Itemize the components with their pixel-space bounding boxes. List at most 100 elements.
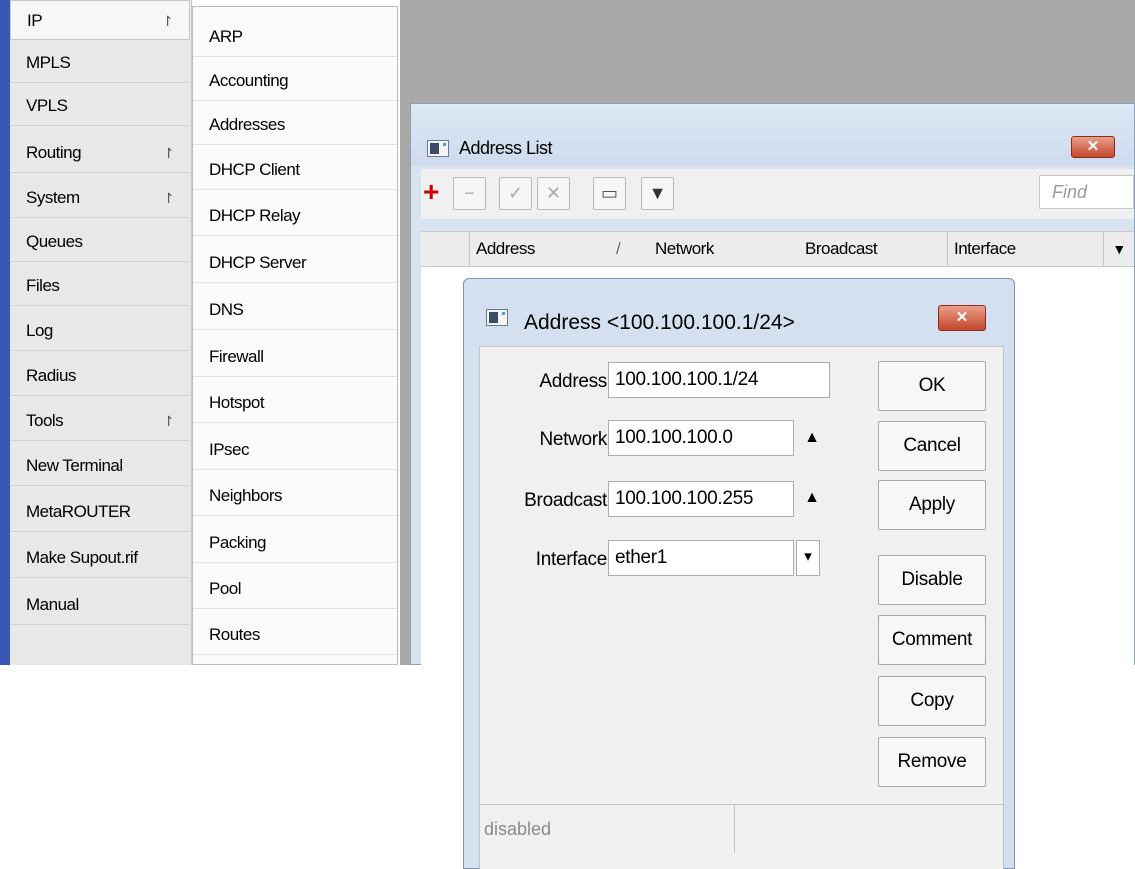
submenu-item-routes[interactable]: Routes <box>193 615 397 655</box>
submenu-item-label: Pool <box>209 579 242 598</box>
submenu-item-arp[interactable]: ARP <box>193 17 397 57</box>
column-header-label: Interface <box>954 239 1016 258</box>
menu-item-label: Files <box>26 276 60 295</box>
submenu-item-label: DNS <box>209 300 244 319</box>
column-menu-icon[interactable]: ▼ <box>1103 232 1134 266</box>
find-input[interactable]: Find <box>1039 175 1134 209</box>
network-field[interactable]: 100.100.100.0 <box>608 420 794 456</box>
menu-item-mpls[interactable]: MPLS <box>10 43 190 83</box>
menu-item-label: IP <box>27 11 43 30</box>
submenu-item-packing[interactable]: Packing <box>193 523 397 563</box>
remove-button[interactable]: − <box>453 177 486 210</box>
broadcast-field[interactable]: 100.100.100.255 <box>608 481 794 517</box>
menu-item-tools[interactable]: Tools ↾ <box>10 401 190 441</box>
network-label: Network: <box>539 429 612 450</box>
submenu-item-label: Neighbors <box>209 486 283 505</box>
submenu-item-dhcp-client[interactable]: DHCP Client <box>193 150 397 190</box>
submenu-item-label: Accounting <box>209 71 289 90</box>
address-field[interactable]: 100.100.100.1/24 <box>608 362 830 398</box>
cross-icon: ✕ <box>545 183 562 203</box>
remove-button[interactable]: Remove <box>878 737 986 787</box>
enable-button[interactable]: ✓ <box>499 177 532 210</box>
column-header-label: Network <box>655 239 714 258</box>
submenu-item-dhcp-relay[interactable]: DHCP Relay <box>193 196 397 236</box>
menu-item-queues[interactable]: Queues <box>10 222 190 262</box>
submenu-item-pool[interactable]: Pool <box>193 569 397 609</box>
menu-item-files[interactable]: Files <box>10 266 190 306</box>
submenu-item-label: Packing <box>209 533 266 552</box>
close-button[interactable]: ✕ <box>1071 136 1115 158</box>
comment-icon: ▭ <box>600 183 618 203</box>
menu-item-metarouter[interactable]: MetaROUTER <box>10 492 190 532</box>
menu-item-label: MetaROUTER <box>26 502 131 521</box>
chevron-down-icon[interactable]: ▾ <box>796 540 820 576</box>
window-icon <box>427 140 449 157</box>
status-extra <box>735 805 1003 853</box>
menu-item-label: Make Supout.rif <box>26 548 138 567</box>
submenu-item-label: Routes <box>209 625 260 644</box>
column-header-label: Address <box>476 239 535 258</box>
filter-button[interactable]: ▼ <box>641 177 674 210</box>
disable-button[interactable]: ✕ <box>537 177 570 210</box>
copy-button[interactable]: Copy <box>878 676 986 726</box>
submenu-item-firewall[interactable]: Firewall <box>193 337 397 377</box>
close-button[interactable]: ✕ <box>938 305 986 331</box>
status-bar: disabled <box>480 804 1003 853</box>
submenu-item-label: Firewall <box>209 347 264 366</box>
status-state: disabled <box>480 805 735 853</box>
menu-item-new-terminal[interactable]: New Terminal <box>10 446 190 486</box>
comment-button[interactable]: ▭ <box>593 177 626 210</box>
submenu-item-label: DHCP Relay <box>209 206 301 225</box>
check-icon: ✓ <box>507 183 524 203</box>
apply-button[interactable]: Apply <box>878 480 986 530</box>
broadcast-label: Broadcast: <box>524 490 612 511</box>
minus-icon: − <box>464 183 475 203</box>
submenu-arrow-icon: ↾ <box>162 145 175 161</box>
menu-item-routing[interactable]: Routing ↾ <box>10 133 190 173</box>
menu-item-ip[interactable]: IP ↾ <box>10 0 190 40</box>
menu-item-label: Routing <box>26 143 82 162</box>
cancel-button[interactable]: Cancel <box>878 421 986 471</box>
window-icon <box>486 309 508 326</box>
menu-item-manual[interactable]: Manual <box>10 585 190 625</box>
menu-item-label: MPLS <box>26 53 71 72</box>
column-header-interface[interactable]: Interface <box>947 232 1103 266</box>
dialog-body: Address: 100.100.100.1/24 Network: 100.1… <box>479 346 1004 869</box>
menu-item-make-supout[interactable]: Make Supout.rif <box>10 538 190 578</box>
menu-item-vpls[interactable]: VPLS <box>10 86 190 126</box>
menu-item-label: New Terminal <box>26 456 123 475</box>
menu-item-label: Queues <box>26 232 83 251</box>
collapse-up-icon[interactable]: ▲ <box>802 429 822 447</box>
dialog-title: Address <100.100.100.1/24> <box>524 311 795 334</box>
add-icon[interactable]: + <box>423 177 443 210</box>
menu-item-system[interactable]: System ↾ <box>10 178 190 218</box>
submenu-item-accounting[interactable]: Accounting <box>193 61 397 101</box>
menu-accent-strip <box>0 0 10 665</box>
menu-item-label: VPLS <box>26 96 68 115</box>
submenu-item-ipsec[interactable]: IPsec <box>193 430 397 470</box>
address-label: Address: <box>539 371 612 392</box>
collapse-up-icon[interactable]: ▲ <box>802 489 822 507</box>
menu-item-log[interactable]: Log <box>10 311 190 351</box>
column-header-address[interactable]: Address / <box>469 232 621 266</box>
submenu-item-addresses[interactable]: Addresses <box>193 105 397 145</box>
submenu-item-dhcp-server[interactable]: DHCP Server <box>193 243 397 283</box>
filter-icon: ▼ <box>648 183 667 203</box>
interface-select[interactable]: ether1 <box>608 540 794 576</box>
ok-button[interactable]: OK <box>878 361 986 411</box>
menu-item-radius[interactable]: Radius <box>10 356 190 396</box>
submenu-item-dns[interactable]: DNS <box>193 290 397 330</box>
submenu-arrow-icon: ↾ <box>162 190 175 206</box>
main-menu: IP ↾ MPLS VPLS Routing ↾ System ↾ Queues… <box>0 0 192 665</box>
ip-submenu: ARP Accounting Addresses DHCP Client DHC… <box>192 6 398 665</box>
comment-button[interactable]: Comment <box>878 615 986 665</box>
submenu-item-neighbors[interactable]: Neighbors <box>193 476 397 516</box>
window-title: Address List <box>459 138 553 158</box>
interface-label: Interface: <box>535 549 613 570</box>
submenu-item-label: IPsec <box>209 440 250 459</box>
column-header-network[interactable]: Network <box>617 232 789 266</box>
disable-button[interactable]: Disable <box>878 555 986 605</box>
submenu-item-hotspot[interactable]: Hotspot <box>193 383 397 423</box>
column-header-broadcast[interactable]: Broadcast <box>799 232 947 266</box>
submenu-arrow-icon: ↾ <box>162 413 175 429</box>
